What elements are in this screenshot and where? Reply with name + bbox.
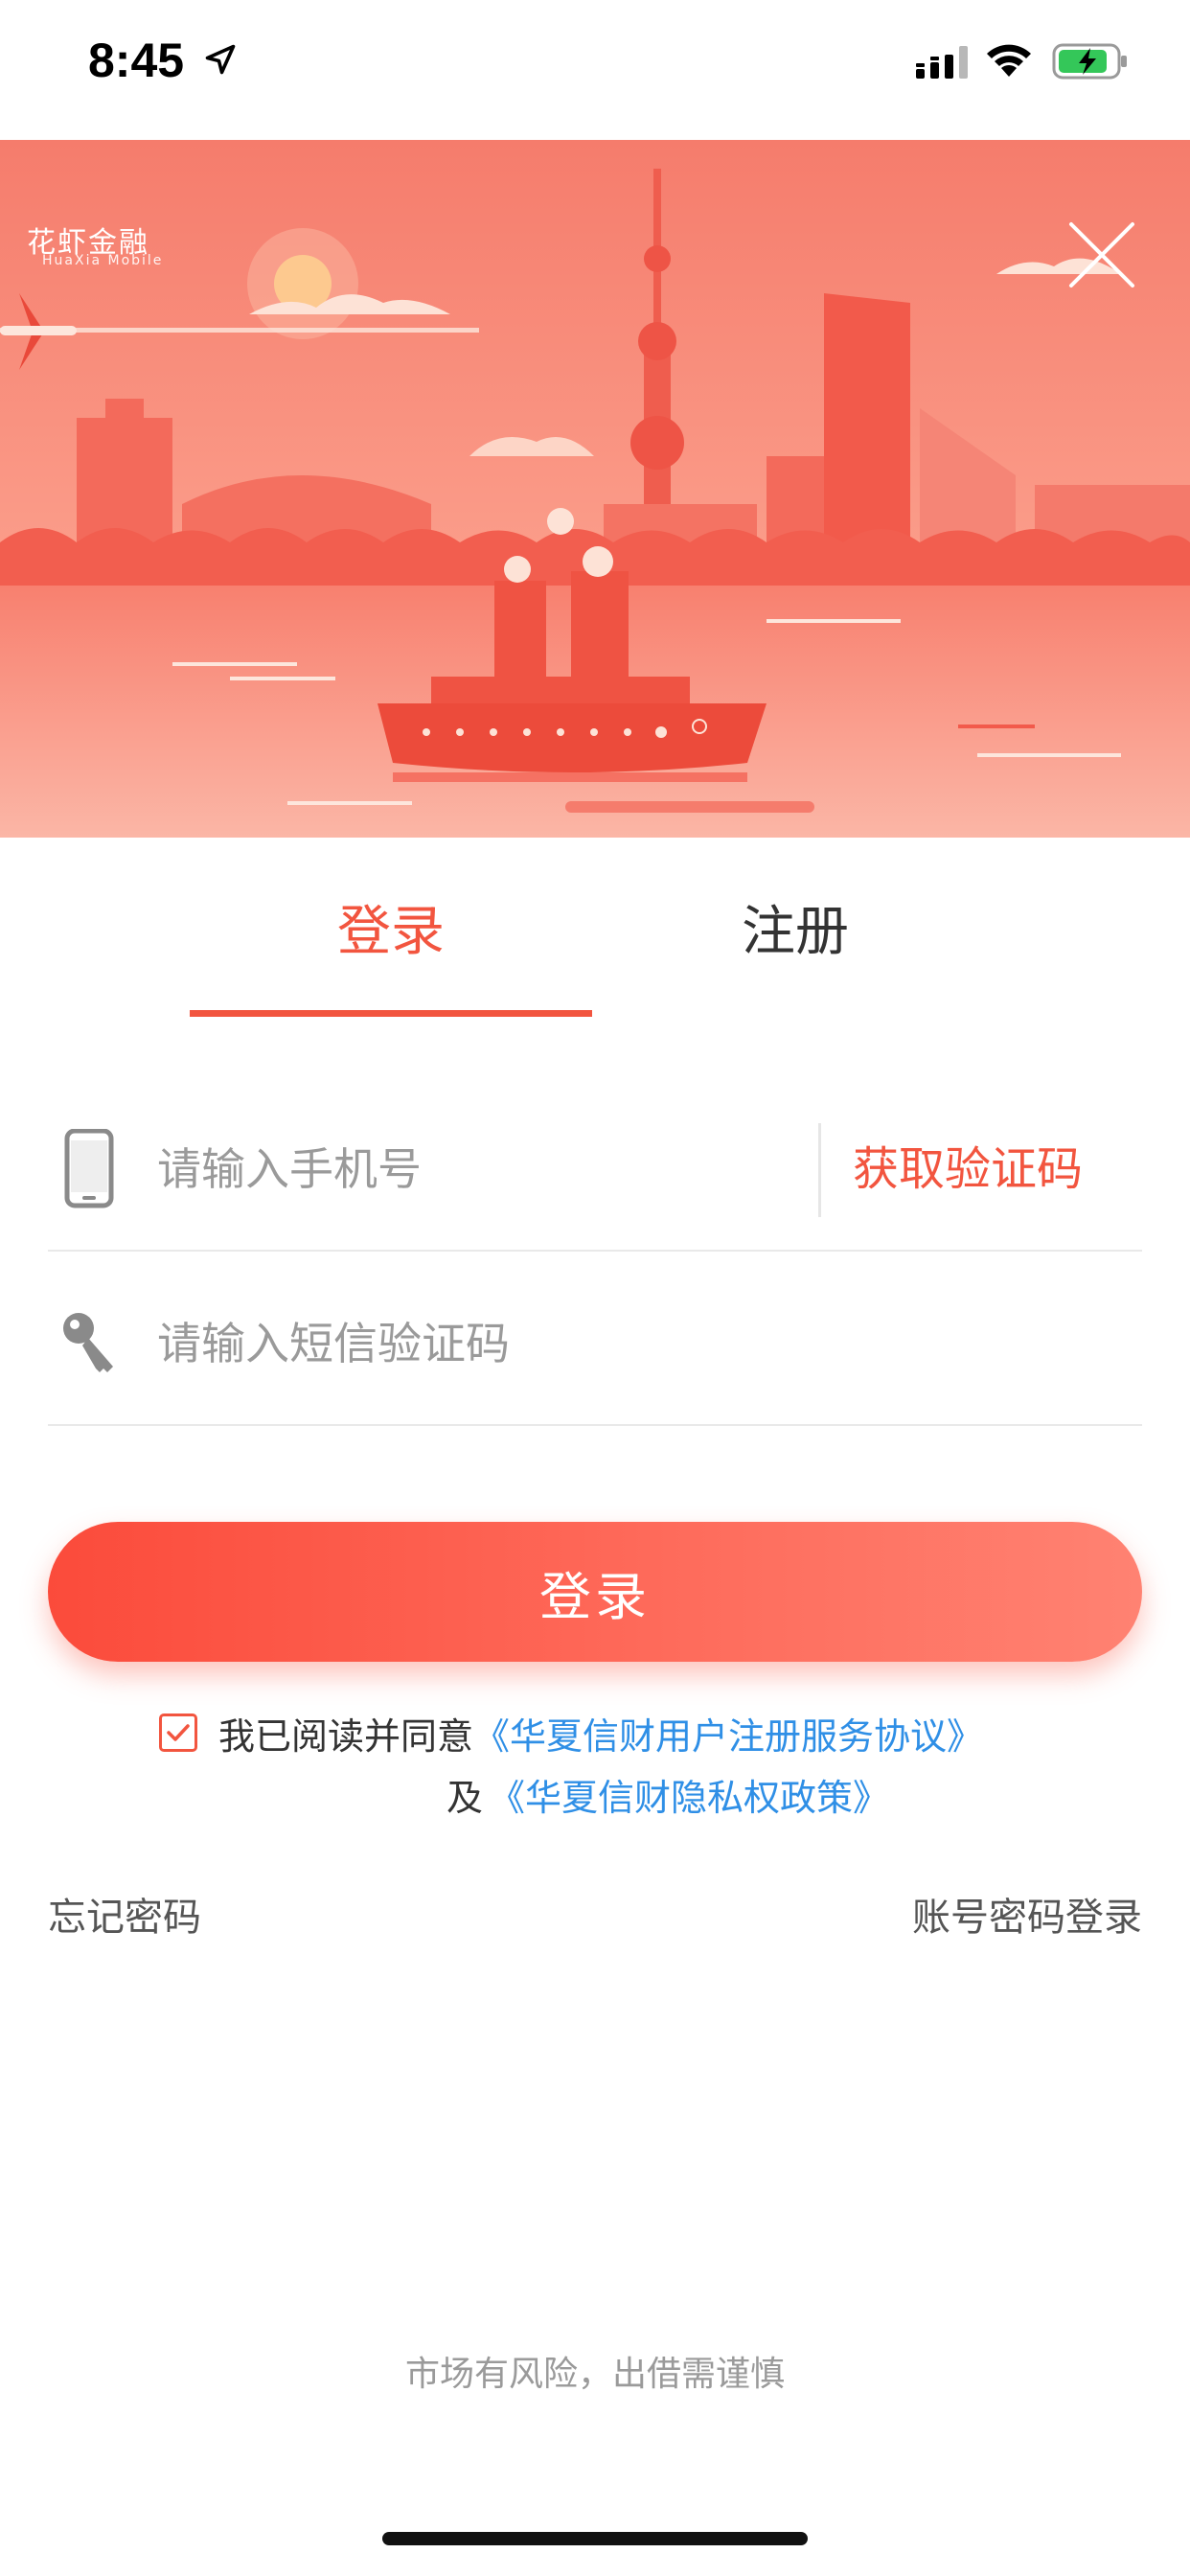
checkmark-icon [167, 1724, 190, 1741]
phone-input[interactable] [157, 1131, 828, 1208]
banner-illustration: 花虾金融 HuaXia Mobile [0, 140, 1190, 838]
tab-login[interactable]: 登录 [190, 838, 592, 1016]
key-icon [63, 1313, 113, 1372]
battery-charging-icon [1052, 43, 1127, 80]
login-button[interactable]: 登录 [48, 1522, 1142, 1662]
forgot-password-link[interactable]: 忘记密码 [48, 1886, 201, 1942]
brand-logo-subtext: HuaXia Mobile [42, 253, 164, 268]
account-password-login-link[interactable]: 账号密码登录 [912, 1886, 1142, 1942]
field-divider [818, 1123, 821, 1217]
agreement-and-text: 及 [446, 1776, 484, 1819]
phone-field-row: 获取验证码 [48, 1079, 1142, 1252]
wifi-icon [987, 44, 1031, 77]
status-bar: 8:45 [0, 0, 1190, 140]
sms-code-field-row [48, 1254, 1142, 1426]
agreement-checkbox[interactable] [159, 1714, 197, 1752]
status-time: 8:45 [88, 34, 185, 87]
tab-register[interactable]: 注册 [594, 838, 996, 1016]
city-skyline-illustration [0, 140, 1190, 838]
phone-icon [64, 1129, 114, 1208]
privacy-policy-link[interactable]: 《华夏信财隐私权政策》 [489, 1768, 889, 1821]
location-arrow-icon [205, 44, 236, 75]
sms-code-input[interactable] [157, 1305, 828, 1382]
get-verification-code-button[interactable]: 获取验证码 [853, 1131, 1083, 1208]
agreement-row-2: 及 《华夏信财隐私权政策》 [446, 1765, 889, 1823]
close-icon[interactable] [1064, 217, 1140, 293]
risk-notice: 市场有风险，出借需谨慎 [404, 2355, 785, 2394]
login-register-tabs: 登录 注册 [0, 838, 1190, 1020]
terms-of-service-link[interactable]: 《华夏信财用户注册服务协议》 [473, 1707, 983, 1760]
home-indicator[interactable] [382, 2532, 808, 2545]
cellular-signal-icon [916, 46, 968, 79]
agreement-prefix-text: 我已阅读并同意 [218, 1714, 474, 1758]
active-tab-indicator [190, 1010, 592, 1017]
agreement-row: 我已阅读并同意 《华夏信财用户注册服务协议》 [159, 1704, 983, 1761]
